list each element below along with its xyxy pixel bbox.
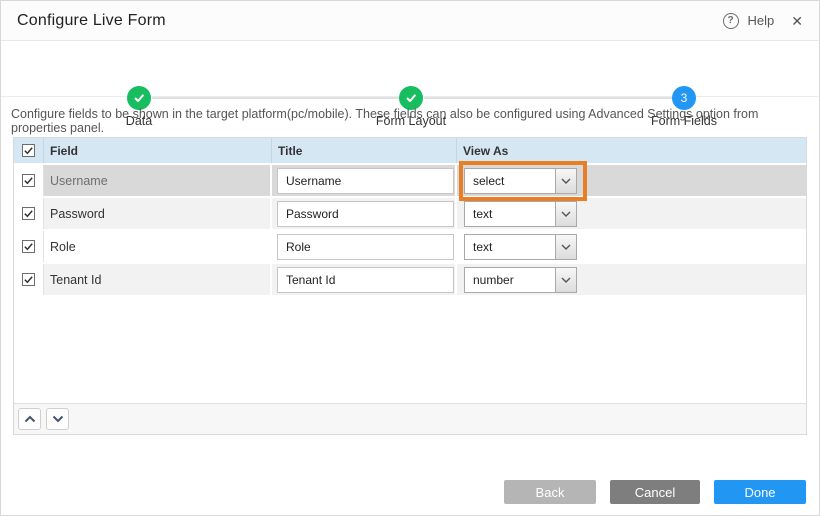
row-checkbox[interactable] (14, 165, 44, 196)
table-empty-space (14, 297, 806, 403)
chevron-down-icon (555, 202, 576, 226)
step-connector (424, 97, 672, 99)
dropdown-selected-value: number (465, 268, 555, 292)
checkbox-icon (22, 144, 35, 157)
table-row[interactable]: Role text (14, 231, 806, 264)
chevron-down-icon (555, 169, 576, 193)
help-icon[interactable]: ? (723, 13, 739, 29)
title-input[interactable] (277, 168, 454, 194)
column-header-title: Title (272, 138, 457, 163)
row-checkbox[interactable] (14, 198, 44, 229)
action-bar: Back Cancel Done (504, 480, 806, 504)
table-footer (14, 403, 806, 434)
dropdown-selected-value: select (465, 169, 555, 193)
column-header-field: Field (44, 138, 272, 163)
page-title: Configure Live Form (17, 12, 166, 30)
row-checkbox[interactable] (14, 231, 44, 262)
field-name: Password (44, 198, 272, 229)
view-as-dropdown[interactable]: text (464, 234, 577, 260)
select-all-checkbox[interactable] (14, 138, 44, 163)
field-name: Tenant Id (44, 264, 272, 295)
title-input[interactable] (277, 201, 454, 227)
field-name: Username (44, 165, 272, 196)
dropdown-selected-value: text (465, 235, 555, 259)
back-button[interactable]: Back (504, 480, 596, 504)
checkbox-icon (22, 240, 35, 253)
table-row[interactable]: Username select (14, 165, 806, 198)
description-text: Configure fields to be shown in the targ… (11, 107, 809, 135)
title-bar: Configure Live Form ? Help ✕ (1, 1, 819, 41)
close-icon[interactable]: ✕ (791, 14, 803, 28)
title-input[interactable] (277, 234, 454, 260)
wizard-stepper: Data Form Layout 3 Form Fields (1, 41, 819, 97)
chevron-down-icon (555, 268, 576, 292)
field-name: Role (44, 231, 272, 262)
checkbox-icon (22, 207, 35, 220)
fields-table: Field Title View As Username select (13, 137, 807, 435)
done-button[interactable]: Done (714, 480, 806, 504)
cancel-button[interactable]: Cancel (610, 480, 700, 504)
title-input[interactable] (277, 267, 454, 293)
table-header-row: Field Title View As (14, 138, 806, 165)
row-checkbox[interactable] (14, 264, 44, 295)
chevron-up-icon (24, 415, 36, 423)
step-connector (152, 97, 399, 99)
chevron-down-icon (52, 415, 64, 423)
checkbox-icon (22, 273, 35, 286)
checkbox-icon (22, 174, 35, 187)
dropdown-selected-value: text (465, 202, 555, 226)
view-as-dropdown[interactable]: text (464, 201, 577, 227)
column-header-view-as: View As (457, 138, 806, 163)
view-as-dropdown[interactable]: number (464, 267, 577, 293)
table-row[interactable]: Tenant Id number (14, 264, 806, 297)
move-row-down-button[interactable] (46, 408, 69, 430)
table-row[interactable]: Password text (14, 198, 806, 231)
view-as-dropdown[interactable]: select (464, 168, 577, 194)
move-row-up-button[interactable] (18, 408, 41, 430)
chevron-down-icon (555, 235, 576, 259)
help-link[interactable]: Help (748, 13, 775, 28)
configure-live-form-dialog: Configure Live Form ? Help ✕ Data Form L… (0, 0, 820, 516)
